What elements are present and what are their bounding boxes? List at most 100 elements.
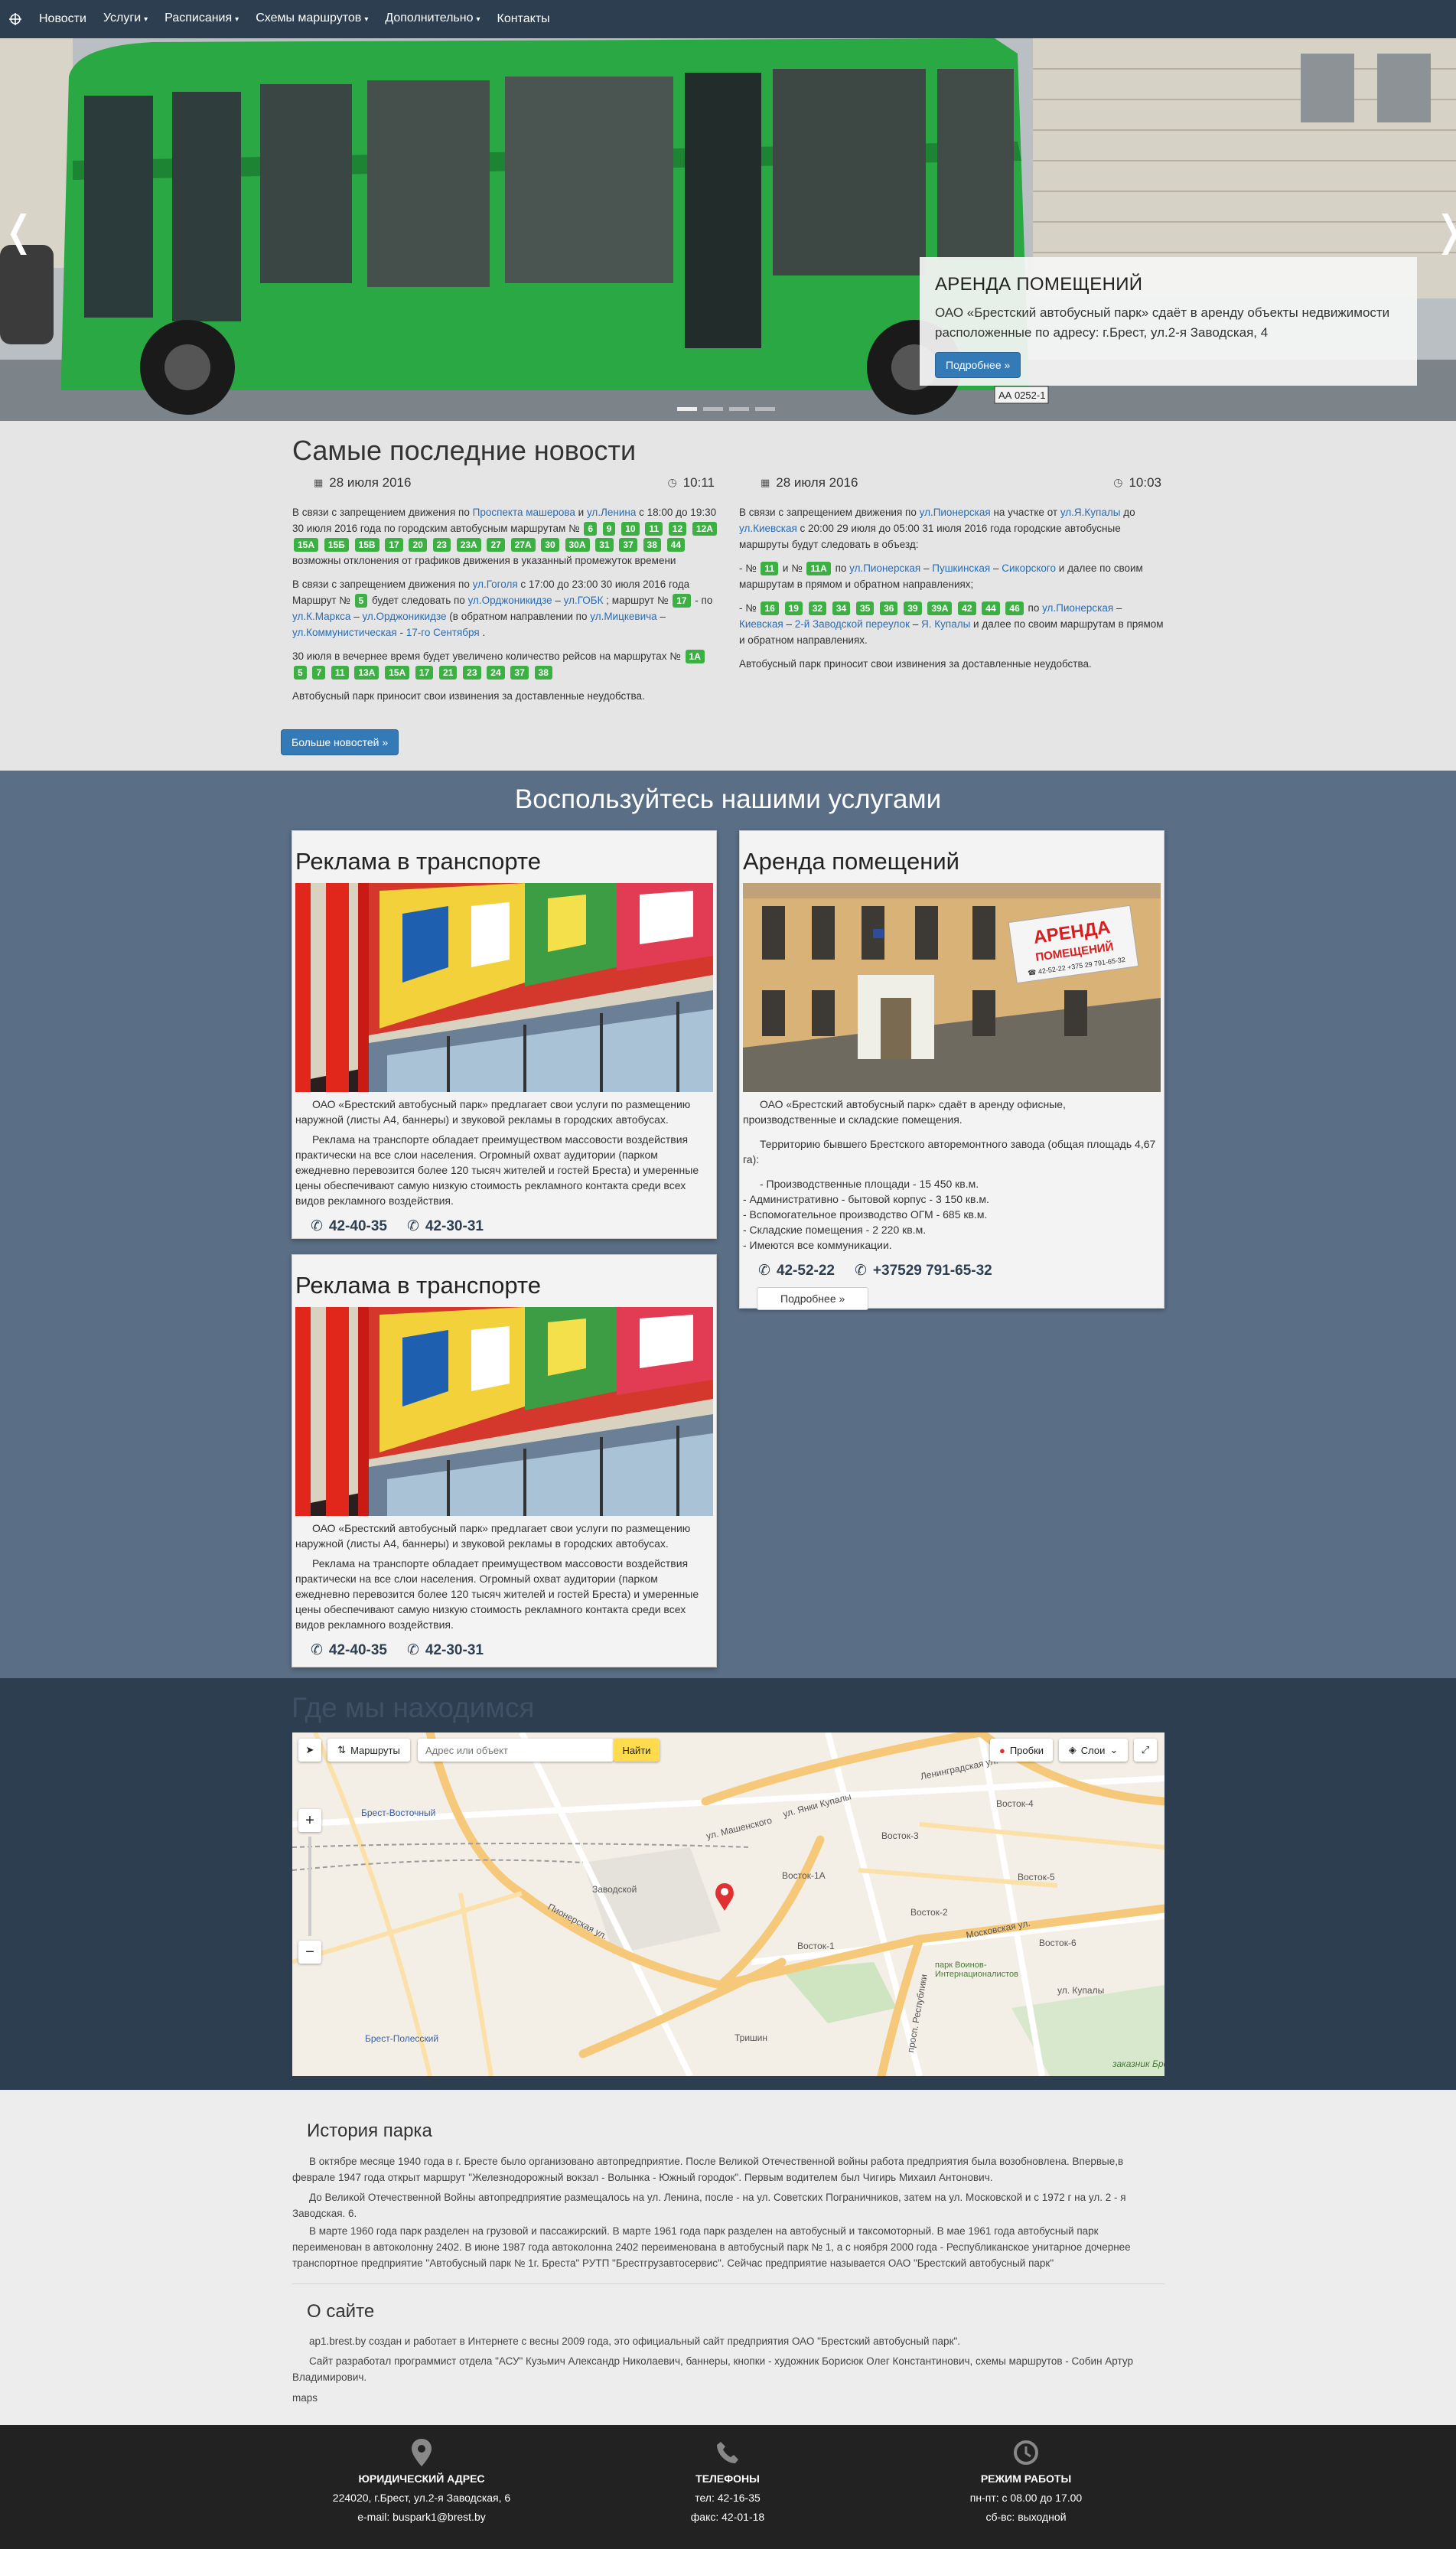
map-search-field[interactable] (425, 1744, 555, 1756)
route-badge[interactable]: 27 (487, 538, 505, 552)
carousel-indicator[interactable] (703, 407, 723, 411)
more-news-button[interactable]: Больше новостей » (281, 729, 399, 755)
phone-number[interactable]: ✆ 42-30-31 (407, 1641, 484, 1659)
street-link[interactable]: ул.Мицкевича (590, 611, 656, 622)
street-link[interactable]: Пушкинская (932, 562, 990, 574)
map-canvas[interactable] (292, 1732, 1164, 2076)
rent-more-button[interactable]: Подробнее » (757, 1287, 869, 1310)
route-badge[interactable]: 23А (456, 538, 481, 552)
route-badge[interactable]: 15В (354, 538, 379, 552)
route-badge[interactable]: 24 (487, 666, 505, 680)
traffic-button[interactable]: ● Пробки (990, 1739, 1053, 1762)
route-badge[interactable]: 10 (621, 522, 640, 536)
nav-item-news[interactable]: Новости (31, 0, 95, 38)
street-link[interactable]: ул.Гоголя (473, 579, 518, 590)
route-badge[interactable]: 6 (584, 522, 597, 536)
phone-number[interactable]: ✆ 42-40-35 (311, 1641, 387, 1659)
carousel-indicator[interactable] (755, 407, 775, 411)
route-badge[interactable]: 44 (982, 601, 1000, 615)
route-badge[interactable]: 39А (927, 601, 953, 615)
route-badge[interactable]: 9 (602, 522, 616, 536)
route-badge[interactable]: 32 (808, 601, 827, 615)
street-link[interactable]: 2-й Заводской переулок (795, 618, 910, 630)
route-badge[interactable]: 15А (385, 666, 410, 680)
route-badge[interactable]: 11 (761, 562, 779, 575)
phone-number[interactable]: ✆ +37529 791-65-32 (855, 1262, 992, 1279)
street-link[interactable]: ул.К.Маркса (292, 611, 350, 622)
fullscreen-icon[interactable]: ⤢ (1134, 1739, 1157, 1762)
maps-link[interactable]: maps (292, 2390, 1164, 2406)
route-badge[interactable]: 20 (409, 538, 427, 552)
route-badge[interactable]: 38 (534, 666, 552, 680)
route-badge[interactable]: 37 (510, 666, 529, 680)
route-badge[interactable]: 17 (673, 594, 691, 608)
caption-more-button[interactable]: Подробнее » (935, 352, 1021, 378)
route-badge[interactable]: 1А (685, 650, 705, 663)
phone-number[interactable]: ✆ 42-40-35 (311, 1217, 387, 1235)
street-link[interactable]: Киевская (739, 618, 783, 630)
route-badge[interactable]: 5 (354, 594, 368, 608)
nav-item-services[interactable]: Услуги ▾ (95, 0, 156, 39)
route-badge[interactable]: 39 (904, 601, 922, 615)
route-badge[interactable]: 13А (354, 666, 379, 680)
find-button[interactable]: Найти (614, 1739, 660, 1762)
carousel-indicator[interactable] (677, 407, 697, 411)
street-link[interactable]: ул.Пионерская (920, 507, 991, 518)
route-badge[interactable]: 19 (784, 601, 803, 615)
route-badge[interactable]: 35 (855, 601, 875, 615)
route-badge[interactable]: 5 (294, 666, 307, 680)
map-search-input[interactable] (418, 1739, 614, 1762)
street-link[interactable]: 17-го Сентября (406, 627, 480, 638)
route-badge[interactable]: 16 (761, 601, 779, 615)
route-badge[interactable]: 11 (331, 666, 349, 680)
route-badge[interactable]: 21 (439, 666, 458, 680)
street-link[interactable]: ул.Ленина (587, 507, 636, 518)
route-badge[interactable]: 7 (312, 666, 326, 680)
route-badge[interactable]: 38 (643, 538, 661, 552)
route-badge[interactable]: 11 (645, 522, 663, 536)
nav-item-additional[interactable]: Дополнительно ▾ (376, 0, 488, 39)
phone-number[interactable]: ✆ 42-30-31 (407, 1217, 484, 1235)
yandex-map[interactable]: ул. Машенского ул. Янки Купалы Ленинград… (292, 1732, 1164, 2076)
geolocation-icon[interactable]: ➤ (298, 1739, 321, 1762)
route-badge[interactable]: 31 (595, 538, 614, 552)
route-badge[interactable]: 36 (880, 601, 898, 615)
carousel-prev-arrow-icon[interactable]: ❬ (2, 210, 36, 252)
street-link[interactable]: Я. Купалы (921, 618, 970, 630)
zoom-out-icon[interactable]: − (298, 1941, 321, 1964)
route-badge[interactable]: 12А (692, 522, 717, 536)
route-badge[interactable]: 12 (668, 522, 687, 536)
street-link[interactable]: ул.Орджоникидзе (362, 611, 446, 622)
route-badge[interactable]: 17 (415, 666, 434, 680)
street-link[interactable]: ул.Киевская (739, 523, 797, 534)
nav-item-contacts[interactable]: Контакты (489, 0, 559, 38)
home-logo-icon[interactable] (0, 0, 31, 38)
route-badge[interactable]: 42 (958, 601, 976, 615)
route-badge[interactable]: 15Б (324, 538, 349, 552)
nav-item-route-maps[interactable]: Схемы маршрутов ▾ (247, 0, 376, 39)
street-link[interactable]: ул.ГОБК (564, 595, 604, 606)
route-badge[interactable]: 23 (463, 666, 481, 680)
route-badge[interactable]: 30А (565, 538, 590, 552)
street-link[interactable]: ул.Орджоникидзе (468, 595, 552, 606)
street-link[interactable]: ул.Я.Купалы (1060, 507, 1121, 518)
street-link[interactable]: ул.Пионерская (1042, 602, 1113, 614)
route-badge[interactable]: 23 (432, 538, 451, 552)
route-badge[interactable]: 34 (832, 601, 851, 615)
street-link[interactable]: Проспекта машерова (473, 507, 575, 518)
street-link[interactable]: Сикорского (1002, 562, 1056, 574)
route-badge[interactable]: 15А (294, 538, 319, 552)
route-badge[interactable]: 11А (806, 562, 831, 575)
route-badge[interactable]: 46 (1005, 601, 1024, 615)
route-badge[interactable]: 30 (541, 538, 559, 552)
route-badge[interactable]: 17 (385, 538, 403, 552)
footer-phone[interactable]: тел: 42-16-35 (613, 2489, 842, 2508)
route-badge[interactable]: 44 (666, 538, 686, 552)
zoom-in-icon[interactable]: + (298, 1809, 321, 1832)
footer-email[interactable]: e-mail: buspark1@brest.by (307, 2508, 536, 2527)
route-badge[interactable]: 27А (510, 538, 536, 552)
zoom-slider[interactable] (308, 1837, 311, 1936)
phone-number[interactable]: ✆ 42-52-22 (758, 1262, 835, 1279)
carousel-indicator[interactable] (729, 407, 749, 411)
route-badge[interactable]: 37 (619, 538, 637, 552)
